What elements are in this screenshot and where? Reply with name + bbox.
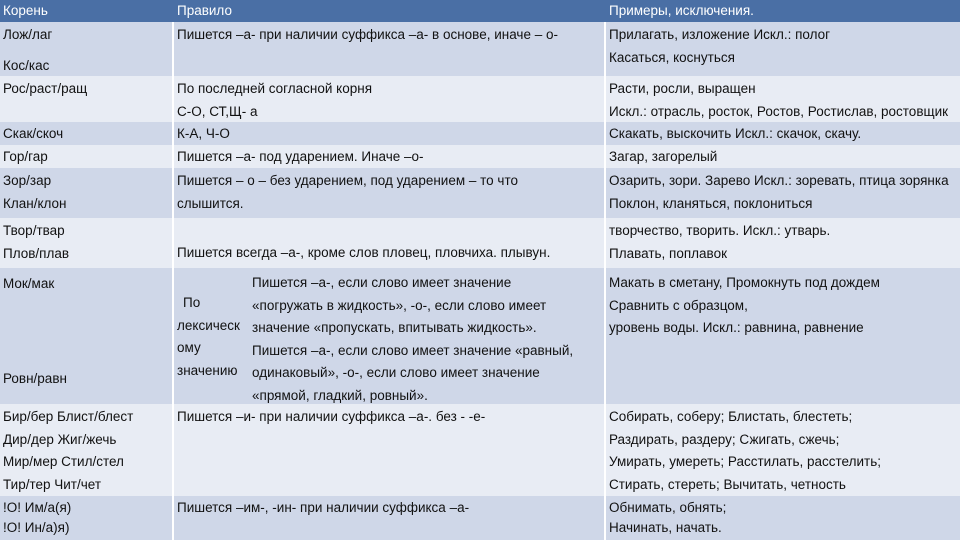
rule-text: К-А, Ч-О <box>177 126 230 141</box>
row-9-examples: Обнимать, обнять; Начинать, начать. <box>606 496 960 540</box>
row-2-examples: Расти, росли, выращен Искл.: отрасль, ро… <box>606 76 960 122</box>
row-2-rule: По последней согласной корня С-О, СТ,Щ- … <box>174 76 604 122</box>
row-6-rule: Пишется всегда –а-, кроме слов пловец, п… <box>174 218 604 268</box>
row-7-examples: Макать в сметану, Промокнуть под дождем … <box>606 268 960 404</box>
root-text: Плов/плав <box>3 245 70 261</box>
row-3-examples: Скакать, выскочить Искл.: скачок, скачу. <box>606 122 960 145</box>
row-4-roots: Гор/гар <box>0 145 172 168</box>
root-text: Лож/лаг <box>3 27 53 42</box>
row-1-roots: Лож/лаг Кос/кас <box>0 22 172 76</box>
row-6-roots: Твор/твар Плов/плав <box>0 218 172 268</box>
rule-text: Пишется –а-, если слово имеет значение <box>252 275 512 290</box>
example-text: Загар, загорелый <box>609 149 718 164</box>
example-text: Плавать, поплавок <box>609 245 727 261</box>
root-text: Дир/дер Жиг/жечь <box>3 431 117 447</box>
example-text: Озарить, зори. Зарево Искл.: зоревать, п… <box>609 173 949 188</box>
root-text: !О! Ин/а)я) <box>3 520 70 535</box>
example-text: Макать в сметану, Промокнуть под дождем <box>609 275 880 290</box>
row-1-rule: Пишется –а- при наличии суффикса –а- в о… <box>174 22 604 76</box>
rule-text: По последней согласной корня <box>177 81 373 96</box>
rule-text: слышится. <box>177 195 244 211</box>
row-4-examples: Загар, загорелый <box>606 145 960 168</box>
row-9-rule: Пишется –им-, -ин- при наличии суффикса … <box>174 496 604 540</box>
example-text: Скакать, выскочить Искл.: скачок, скачу. <box>609 126 862 141</box>
root-text: Твор/твар <box>3 223 65 238</box>
root-text: Скак/скоч <box>3 126 64 141</box>
header-root: Корень <box>0 0 175 22</box>
example-text: Стирать, стереть; Вычитать, четность <box>609 476 846 492</box>
example-text: Прилагать, изложение Искл.: полог <box>609 27 831 42</box>
row-2-roots: Рос/раст/ращ <box>0 76 172 122</box>
example-text: Расти, росли, выращен <box>609 81 756 96</box>
rules-table: Корень Правило Примеры, исключения. Лож/… <box>0 0 960 540</box>
rule-text: значение «пропускать, впитывать жидкость… <box>252 320 537 335</box>
example-text: Раздирать, раздеру; Сжигать, сжечь; <box>609 431 840 447</box>
rule-side-text: лексическ <box>177 317 240 333</box>
rule-text: Пишется всегда –а-, кроме слов пловец, п… <box>177 245 551 260</box>
row-6-examples: творчество, творить. Искл.: утварь. Плав… <box>606 218 960 268</box>
rule-text: Пишется –а-, если слово имеет значение «… <box>252 342 574 358</box>
row-5-roots: Зор/зар Клан/клон <box>0 168 172 218</box>
example-text: Умирать, умереть; Расстилать, расстелить… <box>609 454 881 469</box>
root-text: Ровн/равн <box>3 370 67 386</box>
rule-text: одинаковый», -о-, если слово имеет значе… <box>252 365 540 380</box>
row-7-rule: По лексическ ому значению Пишется –а-, е… <box>174 268 604 404</box>
example-text: Касаться, коснуться <box>609 49 735 65</box>
example-text: Собирать, соберу; Блистать, блестеть; <box>609 409 853 424</box>
header-rule: Правило <box>174 0 607 22</box>
root-text: Рос/раст/ращ <box>3 81 88 96</box>
rule-text: Пишется –а- под ударением. Иначе –о- <box>177 149 424 164</box>
root-text: Тир/тер Чит/чет <box>3 476 102 492</box>
root-text: Зор/зар <box>3 173 52 188</box>
rule-text: Пишется – о – без ударением, под ударени… <box>177 173 518 188</box>
row-8-rule: Пишется –и- при наличии суффикса –а-. бе… <box>174 404 604 496</box>
example-text: Поклон, кланяться, поклониться <box>609 195 813 211</box>
rule-text: «погружать в жидкость», -о-, если слово … <box>252 297 547 313</box>
rule-text: Пишется –а- при наличии суффикса –а- в о… <box>177 27 558 42</box>
rule-side-text: ому <box>177 340 201 355</box>
row-5-rule: Пишется – о – без ударением, под ударени… <box>174 168 604 218</box>
row-8-examples: Собирать, соберу; Блистать, блестеть; Ра… <box>606 404 960 496</box>
rule-text: Пишется –и- при наличии суффикса –а-. бе… <box>177 409 486 424</box>
row-3-rule: К-А, Ч-О <box>174 122 604 145</box>
row-9-roots: !О! Им/а(я) !О! Ин/а)я) <box>0 496 172 540</box>
example-text: Начинать, начать. <box>609 520 722 535</box>
rule-side-text: значению <box>177 362 238 378</box>
example-text: Сравнить с образцом, <box>609 297 748 313</box>
row-7-roots: Мок/мак Ровн/равн <box>0 268 172 404</box>
rule-main-note: Пишется –а-, если слово имеет значение «… <box>252 272 573 404</box>
rule-text: «прямой, гладкий, ровный». <box>252 387 428 403</box>
root-text: Кос/кас <box>3 57 50 73</box>
header-examples: Примеры, исключения. <box>606 0 960 22</box>
row-8-roots: Бир/бер Блист/блест Дир/дер Жиг/жечь Мир… <box>0 404 172 496</box>
row-1-examples: Прилагать, изложение Искл.: полог Касать… <box>606 22 960 76</box>
root-text: Бир/бер Блист/блест <box>3 409 134 424</box>
root-text: !О! Им/а(я) <box>3 500 72 515</box>
root-text: Мок/мак <box>3 276 55 291</box>
root-text: Клан/клон <box>3 195 67 211</box>
example-text: Искл.: отрасль, росток, Ростов, Ростисла… <box>609 103 949 119</box>
rule-side-note: По лексическ ому значению <box>177 292 249 382</box>
rule-side-text: По <box>183 295 201 310</box>
example-text: Обнимать, обнять; <box>609 500 727 515</box>
root-text: Гор/гар <box>3 149 48 164</box>
rule-text: С-О, СТ,Щ- а <box>177 103 258 119</box>
example-text: творчество, творить. Искл.: утварь. <box>609 223 831 238</box>
rule-text: Пишется –им-, -ин- при наличии суффикса … <box>177 500 470 515</box>
row-4-rule: Пишется –а- под ударением. Иначе –о- <box>174 145 604 168</box>
row-5-examples: Озарить, зори. Зарево Искл.: зоревать, п… <box>606 168 960 218</box>
row-3-roots: Скак/скоч <box>0 122 172 145</box>
root-text: Мир/мер Стил/стел <box>3 454 124 469</box>
example-text: уровень воды. Искл.: равнина, равнение <box>609 320 864 335</box>
